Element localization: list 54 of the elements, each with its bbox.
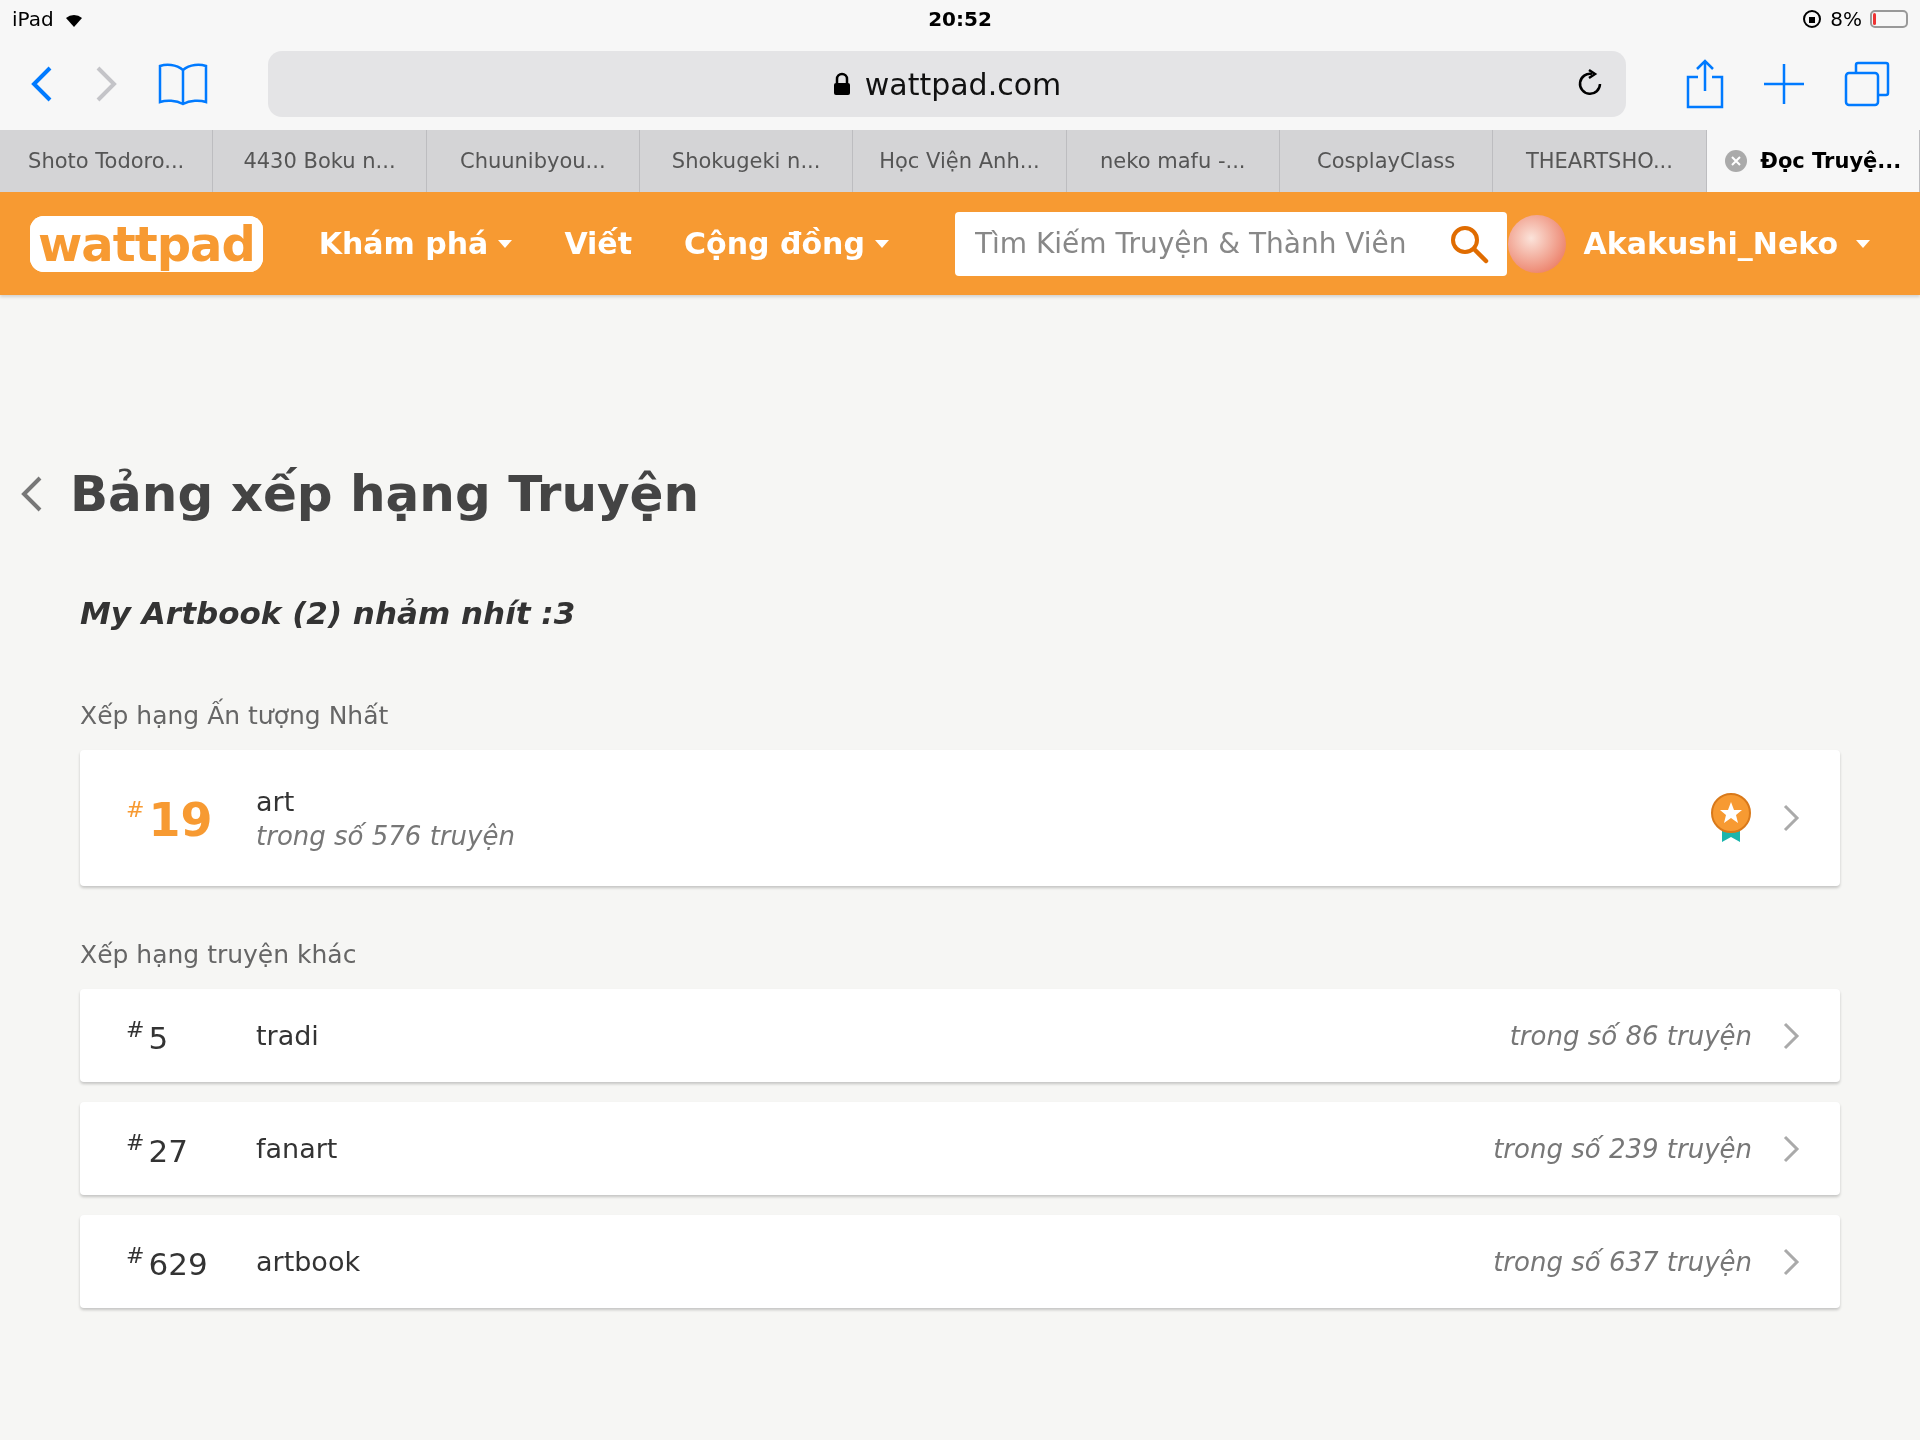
hash-sign: #	[126, 1017, 145, 1042]
tag-name: art	[256, 785, 296, 817]
new-tab-button[interactable]	[1764, 64, 1804, 104]
page-title: Bảng xếp hạng Truyện	[70, 465, 700, 523]
rotation-lock-icon	[1802, 9, 1823, 29]
caret-icon	[1856, 239, 1870, 248]
medal-icon	[1710, 792, 1752, 844]
chevron-right-icon	[1782, 1246, 1800, 1277]
story-title: My Artbook (2) nhảm nhít :3	[80, 595, 577, 631]
rank-number: 19	[148, 797, 213, 843]
caret-icon	[498, 239, 513, 248]
hash-sign: #	[126, 1130, 145, 1155]
back-button[interactable]	[20, 474, 44, 514]
close-icon[interactable]	[1724, 149, 1749, 173]
address-bar[interactable]: wattpad.com	[268, 51, 1626, 117]
back-chevron-icon	[20, 474, 44, 514]
chevron-right-icon	[1782, 1020, 1800, 1051]
browser-tab[interactable]: Đọc Truyệ...	[1706, 130, 1920, 192]
battery-icon	[1870, 10, 1908, 28]
tabs-button[interactable]	[1844, 61, 1890, 107]
battery-percentage: 8%	[1830, 7, 1862, 31]
rank-number: 629	[148, 1249, 208, 1280]
url-text: wattpad.com	[864, 66, 1062, 102]
share-icon	[1686, 59, 1724, 109]
book-icon	[158, 62, 208, 106]
rank-number: 5	[148, 1023, 169, 1054]
clock: 20:52	[928, 7, 992, 31]
story-count: trong số 576 truyện	[256, 820, 516, 851]
section-heading: Xếp hạng truyện khác	[80, 940, 358, 969]
story-count: trong số 637 truyện	[1493, 1246, 1752, 1277]
rank-number: 27	[148, 1136, 188, 1167]
story-count: trong số 86 truyện	[1509, 1020, 1752, 1051]
ranking-card[interactable]: #5 tradi trong số 86 truyện	[80, 989, 1840, 1082]
search-icon[interactable]	[1448, 223, 1489, 264]
chevron-right-icon	[1782, 1133, 1800, 1164]
share-button[interactable]	[1686, 59, 1724, 109]
chevron-right-icon	[1782, 803, 1800, 833]
tabs-icon	[1844, 61, 1890, 107]
plus-icon	[1764, 64, 1804, 104]
ranking-card[interactable]: #19 art trong số 576 truyện	[80, 750, 1840, 886]
ranking-card[interactable]: #27 fanart trong số 239 truyện	[80, 1102, 1840, 1195]
lock-icon	[832, 72, 851, 96]
tag-name: artbook	[256, 1246, 362, 1277]
back-button[interactable]	[30, 64, 54, 104]
device-name: iPad	[12, 7, 54, 31]
caret-icon	[874, 239, 889, 248]
tag-name: tradi	[256, 1020, 320, 1051]
hash-sign: #	[126, 1243, 145, 1268]
bookmarks-button[interactable]	[158, 62, 208, 106]
ranking-card[interactable]: #629 artbook trong số 637 truyện	[80, 1215, 1840, 1308]
search-field[interactable]: Tìm Kiếm Truyện & Thành Viên	[954, 211, 1507, 276]
story-count: trong số 239 truyện	[1493, 1133, 1752, 1164]
hash-sign: #	[126, 797, 145, 822]
tag-name: fanart	[256, 1133, 339, 1164]
